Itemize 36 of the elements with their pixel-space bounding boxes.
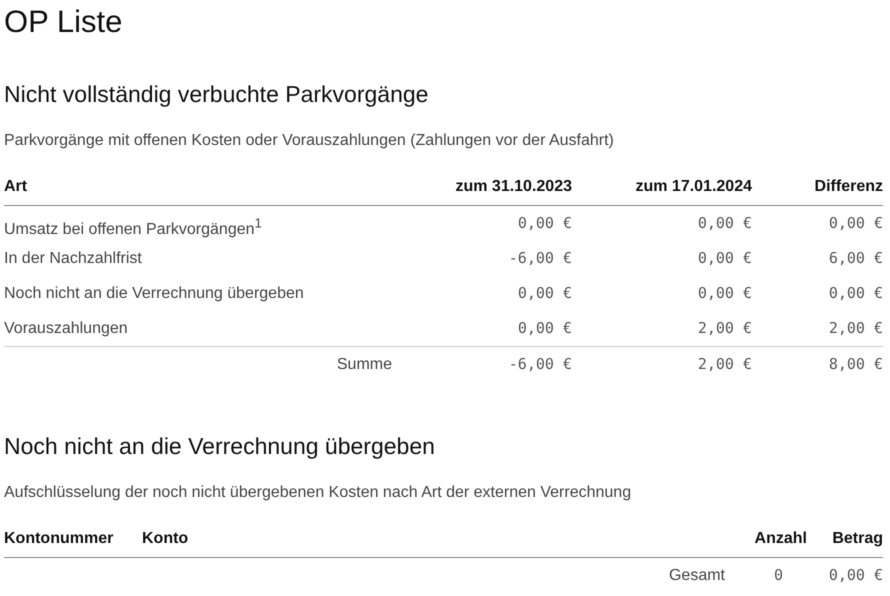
amount-cell-text: 0,00 € — [696, 248, 752, 269]
amount-cell-text: 0,00 € — [516, 318, 572, 339]
row-label: Umsatz bei offenen Parkvorgängen$^{1}$ — [4, 215, 263, 240]
section-description: Parkvorgänge mit offenen Kosten oder Vorauszahlungen (Zahlungen vor der Ausfahrt) — [4, 131, 615, 151]
total-cell-text: 0 — [772, 565, 784, 586]
row-label: Noch nicht an die Verrechnung übergeben — [4, 284, 305, 304]
section-heading: Nicht vollständig verbuchte Parkvorgänge — [4, 80, 430, 108]
column-header: zum 31.10.2023 — [392, 172, 572, 206]
total-label: Summe — [4, 346, 392, 382]
column-header: Betrag — [807, 524, 883, 558]
section-description: Aufschlüsselung der noch nicht übergebenen Kosten nach Art der externen Verrechnung — [4, 483, 632, 503]
total-cell: 2,00 € — [572, 346, 752, 382]
page-title: OP Liste — [4, 3, 124, 41]
total-label: Gesamt — [668, 566, 726, 586]
column-header: Differenz — [752, 172, 883, 206]
column-header: Anzahl — [729, 524, 807, 558]
amount-cell-text: 0,00 € — [828, 283, 883, 304]
section-heading: Noch nicht an die Verrechnung übergeben — [4, 432, 436, 460]
row-label: In der Nachzahlfrist — [4, 249, 143, 269]
column-header: Kontonummer — [4, 524, 142, 558]
amount-cell-text: 2,00 € — [828, 318, 883, 339]
total-cell: -6,00 € — [392, 346, 572, 382]
amount-cell-text: 0,00 € — [516, 283, 572, 304]
amount-cell-text: 0,00 € — [828, 213, 883, 234]
amount-cell-text: 0,00 € — [516, 213, 572, 234]
column-header: zum 17.01.2024 — [572, 172, 752, 206]
amount-cell-text: 2,00 € — [696, 318, 752, 339]
amount-cell-text: 6,00 € — [828, 248, 883, 269]
total-cell: 8,00 € — [752, 346, 883, 382]
amount-cell-text: -6,00 € — [508, 248, 572, 269]
column-header: Konto — [142, 524, 729, 558]
column-header: Art — [4, 172, 392, 206]
amount-cell-text: 0,00 € — [696, 213, 752, 234]
row-label: Vorauszahlungen — [4, 319, 129, 339]
amount-cell-text: 0,00 € — [696, 283, 752, 304]
total-cell-text: 0,00 € — [828, 565, 883, 586]
